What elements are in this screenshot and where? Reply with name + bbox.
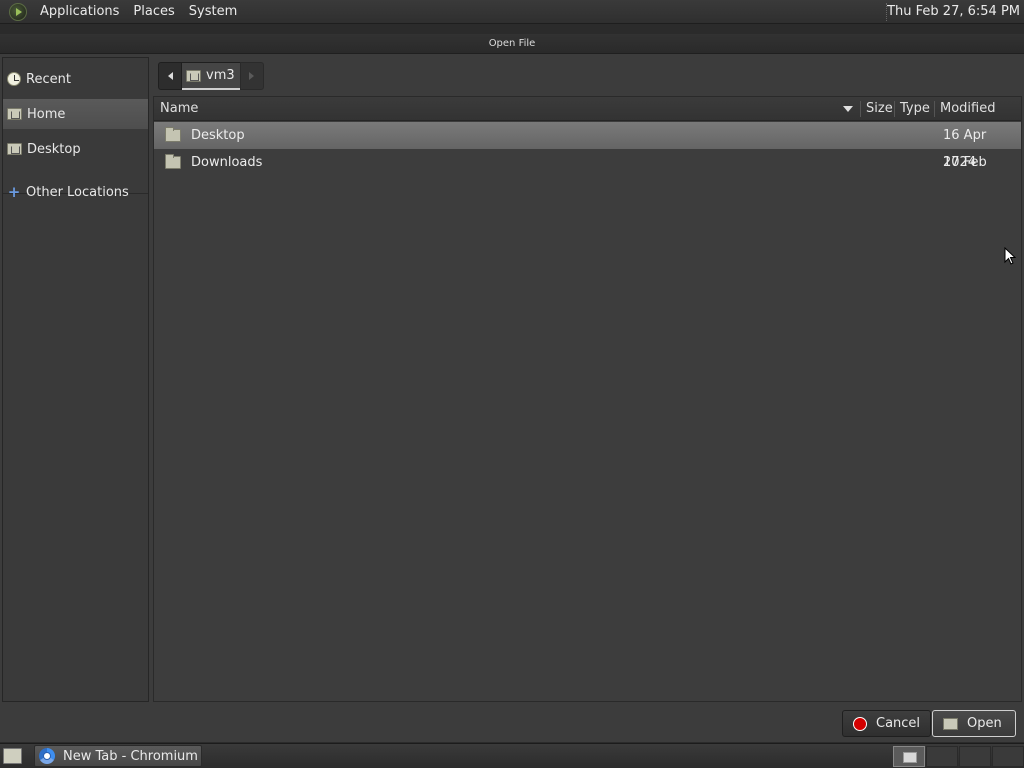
sidebar-item-label: Recent xyxy=(26,71,71,87)
column-header-size[interactable]: Size xyxy=(860,97,893,121)
menu-applications[interactable]: Applications xyxy=(33,0,126,24)
sidebar-item-desktop[interactable]: Desktop xyxy=(3,134,148,164)
workspace-switcher-4[interactable] xyxy=(992,746,1024,767)
menu-system[interactable]: System xyxy=(182,0,244,24)
clock-icon xyxy=(7,72,21,86)
path-back-button[interactable] xyxy=(158,62,182,90)
file-list[interactable]: Name Size Type Modified Desktop 16 Apr 2… xyxy=(153,96,1022,702)
home-folder-icon xyxy=(186,69,201,82)
file-name: Downloads xyxy=(191,155,263,170)
path-crumb-home[interactable]: vm3 xyxy=(182,62,240,90)
column-header-modified[interactable]: Modified xyxy=(934,97,995,121)
file-name: Desktop xyxy=(191,128,245,143)
plus-icon: + xyxy=(7,183,21,201)
sort-descending-icon[interactable] xyxy=(843,106,853,112)
taskbar-item-label: New Tab - Chromium xyxy=(63,748,198,764)
sidebar-item-other-locations[interactable]: + Other Locations xyxy=(3,177,148,207)
dialog-action-area: Cancel Open xyxy=(0,702,1024,742)
desktop-folder-icon xyxy=(165,127,181,142)
workspace-switcher-3[interactable] xyxy=(959,746,991,767)
column-header-row: Name Size Type Modified xyxy=(154,97,1021,121)
path-crumb-label: vm3 xyxy=(206,68,235,83)
workspace-switcher-1[interactable] xyxy=(893,746,925,767)
sidebar-item-home[interactable]: Home xyxy=(3,99,148,129)
home-folder-icon xyxy=(7,108,22,120)
top-panel: Applications Places System Thu Feb 27, 6… xyxy=(0,0,1024,24)
bottom-taskbar: New Tab - Chromium xyxy=(0,743,1024,768)
menu-places[interactable]: Places xyxy=(126,0,181,24)
cancel-button[interactable]: Cancel xyxy=(842,710,932,737)
stop-icon xyxy=(853,716,867,731)
open-file-dialog: Open File Recent Home Desktop + Other Lo… xyxy=(0,34,1024,742)
sidebar-item-label: Other Locations xyxy=(26,184,129,200)
column-header-name[interactable]: Name xyxy=(154,97,854,121)
file-modified: 17 Feb xyxy=(943,155,987,170)
clock[interactable]: Thu Feb 27, 6:54 PM xyxy=(887,0,1020,24)
file-row-desktop[interactable]: Desktop 16 Apr 2024 xyxy=(154,122,1021,170)
workspace-switcher-2[interactable] xyxy=(926,746,958,767)
open-folder-icon xyxy=(943,717,958,730)
places-sidebar: Recent Home Desktop + Other Locations xyxy=(2,57,149,702)
chromium-icon xyxy=(39,748,55,764)
path-forward-button[interactable] xyxy=(239,62,264,90)
open-button-label: Open xyxy=(967,716,1002,731)
folder-icon xyxy=(165,154,181,169)
dialog-title: Open File xyxy=(0,34,1024,54)
file-row-downloads[interactable]: Downloads 17 Feb xyxy=(154,149,1021,176)
sidebar-item-label: Desktop xyxy=(27,141,81,157)
cancel-button-label: Cancel xyxy=(876,716,921,731)
path-bar: vm3 xyxy=(158,62,264,90)
sidebar-item-label: Home xyxy=(27,106,66,122)
sidebar-item-recent[interactable]: Recent xyxy=(3,64,148,94)
taskbar-item-chromium[interactable]: New Tab - Chromium xyxy=(34,745,202,767)
show-desktop-icon[interactable] xyxy=(3,748,22,764)
applications-logo-icon[interactable] xyxy=(9,2,27,21)
column-header-type[interactable]: Type xyxy=(894,97,930,121)
desktop-folder-icon xyxy=(7,143,22,155)
open-button[interactable]: Open xyxy=(932,710,1016,737)
